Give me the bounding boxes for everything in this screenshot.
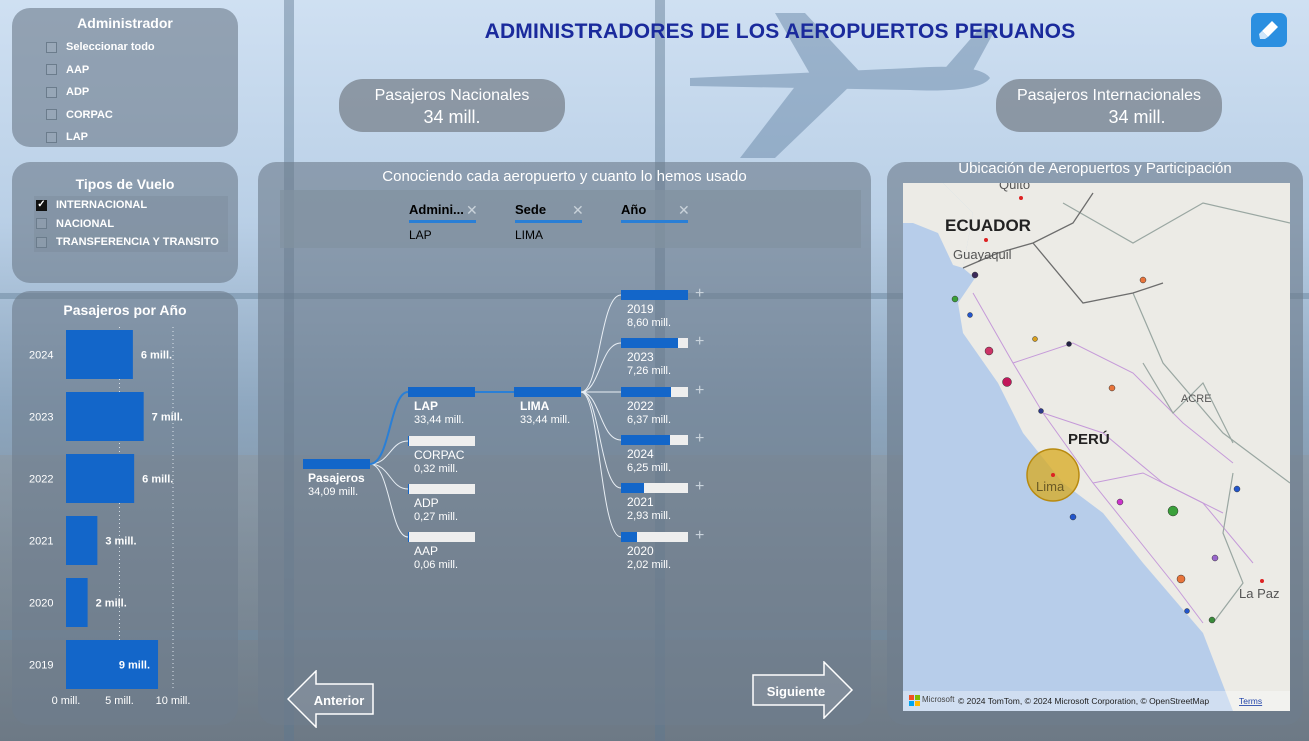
admin-node-name: ADP	[414, 496, 439, 510]
map-terms-link[interactable]: Terms	[1239, 696, 1262, 706]
bar-fill	[621, 483, 644, 493]
map-label-acre: ACRE	[1181, 393, 1212, 405]
map-city-dot	[1051, 473, 1055, 477]
map-bubble[interactable]	[1208, 616, 1216, 624]
map-label-lima: Lima	[1036, 479, 1065, 494]
expand-plus-icon[interactable]: +	[695, 382, 704, 400]
expand-plus-icon[interactable]: +	[695, 527, 704, 545]
root-value: 34,09 mill.	[308, 486, 359, 498]
admin-node-value: 0,32 mill.	[414, 463, 459, 475]
map-svg: Quito ECUADOR Guayaquil PERÚ ACRE La Paz…	[903, 183, 1290, 711]
admin-node-name: AAP	[414, 544, 439, 558]
year-node-value: 7,26 mill.	[627, 365, 672, 377]
year-node-name: 2019	[627, 302, 654, 316]
expand-plus-icon[interactable]: +	[695, 478, 704, 496]
year-node-bar[interactable]	[621, 483, 688, 493]
anterior-button[interactable]: Anterior	[287, 670, 374, 728]
year-node-bar[interactable]	[621, 387, 688, 397]
anterior-label: Anterior	[314, 693, 365, 708]
year-node-bar[interactable]	[621, 290, 688, 300]
expand-plus-icon[interactable]: +	[695, 430, 704, 448]
admin-node-bar[interactable]	[408, 436, 475, 446]
map-label-ecuador: ECUADOR	[945, 216, 1031, 235]
map-bubble[interactable]	[1211, 554, 1219, 562]
expand-plus-icon[interactable]: +	[695, 333, 704, 351]
map-bubble[interactable]	[1116, 498, 1124, 506]
map-bubble[interactable]	[1167, 505, 1179, 517]
year-node-bar[interactable]	[621, 338, 688, 348]
admin-node-name: LAP	[414, 399, 438, 413]
bar-fill	[621, 338, 678, 348]
bar-fill	[303, 459, 370, 469]
map-label-guayaquil: Guayaquil	[953, 247, 1012, 262]
year-node-name: 2024	[627, 447, 654, 461]
map-label-peru: PERÚ	[1068, 430, 1110, 448]
map-label-quito: Quito	[999, 183, 1030, 192]
bar-fill	[621, 387, 671, 397]
map-bubble[interactable]	[1184, 608, 1190, 614]
map-title: Ubicación de Aeropuertos y Participación	[958, 160, 1232, 177]
map-attribution[interactable]: © 2024 TomTom, © 2024 Microsoft Corporat…	[958, 696, 1209, 706]
map-bubble[interactable]	[971, 271, 979, 279]
map-bubble[interactable]	[1032, 336, 1038, 342]
year-node-name: 2022	[627, 399, 654, 413]
map-bubble[interactable]	[967, 312, 973, 318]
bar-fill	[408, 484, 409, 494]
map-bubble[interactable]	[984, 346, 994, 356]
year-node-name: 2023	[627, 350, 654, 364]
siguiente-button[interactable]: Siguiente	[752, 661, 854, 719]
admin-node-name: CORPAC	[414, 448, 465, 462]
map-city-dot	[1019, 196, 1023, 200]
admin-node-bar[interactable]	[408, 387, 475, 397]
year-node-name: 2021	[627, 495, 654, 509]
map-bubble[interactable]	[1002, 377, 1012, 387]
year-node-value: 2,93 mill.	[627, 510, 672, 522]
map-bubble[interactable]	[1176, 574, 1186, 584]
map-city-dot	[984, 238, 988, 242]
map-bubble[interactable]	[1069, 513, 1077, 521]
sede-node-value: 33,44 mill.	[520, 414, 571, 426]
year-node-value: 6,25 mill.	[627, 462, 672, 474]
sede-node-name: LIMA	[520, 399, 550, 413]
map-bubble[interactable]	[951, 295, 959, 303]
year-node-name: 2020	[627, 544, 654, 558]
map-bubble[interactable]	[1038, 408, 1044, 414]
bar-fill	[621, 435, 670, 445]
root-bar[interactable]	[303, 459, 370, 469]
year-node-value: 6,37 mill.	[627, 414, 672, 426]
root-name: Pasajeros	[308, 471, 365, 485]
bar-fill	[514, 387, 581, 397]
year-node-bar[interactable]	[621, 435, 688, 445]
admin-node-value: 33,44 mill.	[414, 414, 465, 426]
sede-node-bar[interactable]	[514, 387, 581, 397]
map-bubble[interactable]	[1108, 384, 1116, 392]
airport-map[interactable]: Quito ECUADOR Guayaquil PERÚ ACRE La Paz…	[903, 183, 1290, 711]
bar-fill	[408, 387, 475, 397]
admin-node-value: 0,27 mill.	[414, 511, 459, 523]
admin-node-bar[interactable]	[408, 532, 475, 542]
siguiente-label: Siguiente	[767, 684, 826, 699]
expand-plus-icon[interactable]: +	[695, 285, 704, 303]
map-label-lapaz: La Paz	[1239, 586, 1279, 601]
admin-node-bar[interactable]	[408, 484, 475, 494]
admin-node-value: 0,06 mill.	[414, 559, 459, 571]
map-city-dot	[1260, 579, 1264, 583]
bar-fill	[621, 532, 637, 542]
bar-fill	[621, 290, 688, 300]
bar-fill	[408, 436, 409, 446]
map-bubble[interactable]	[1233, 485, 1241, 493]
year-node-value: 2,02 mill.	[627, 559, 672, 571]
map-brand: Microsoft	[922, 695, 955, 704]
map-bubble[interactable]	[1066, 341, 1072, 347]
year-node-bar[interactable]	[621, 532, 688, 542]
map-bubble[interactable]	[1139, 276, 1147, 284]
year-node-value: 8,60 mill.	[627, 317, 672, 329]
